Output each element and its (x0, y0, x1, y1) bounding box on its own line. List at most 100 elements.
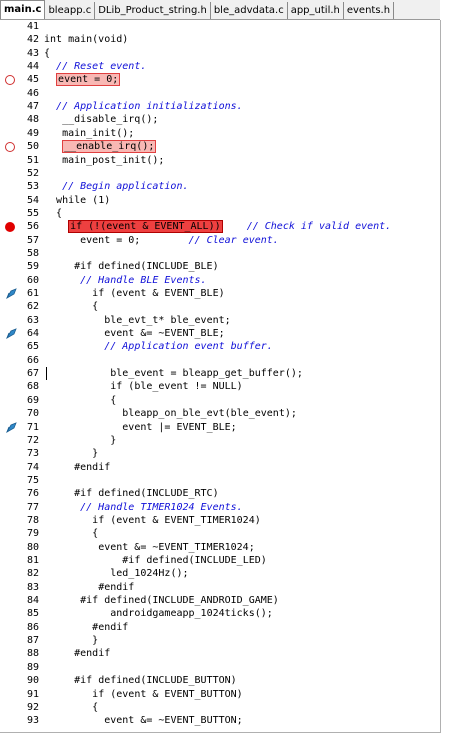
tab-dlib-product-string-h[interactable]: DLib_Product_string.h (95, 2, 211, 19)
code-line[interactable]: 49 main_init(); (0, 127, 440, 140)
code-line[interactable]: 83 #endif (0, 581, 440, 594)
code-line[interactable]: 92 { (0, 701, 440, 714)
tab-bleapp-c[interactable]: bleapp.c (45, 2, 96, 19)
code-line[interactable]: 67 ble_event = bleapp_get_buffer(); (0, 367, 440, 381)
code-line[interactable]: 73 } (0, 447, 440, 460)
code-line[interactable]: 54 while (1) (0, 194, 440, 207)
code-line[interactable]: 89 (0, 661, 440, 674)
code-text: while (1) (44, 194, 110, 207)
code-line[interactable]: 57 event = 0; // Clear event. (0, 234, 440, 247)
code-text: androidgameapp_1024ticks(); (44, 607, 273, 620)
code-statement: #endif (74, 461, 111, 473)
breakpoint-disabled-icon[interactable] (5, 75, 15, 86)
code-text: #if defined(INCLUDE_BUTTON) (44, 674, 237, 687)
line-number: 52 (26, 167, 39, 179)
code-text: if (event & EVENT_BLE) (44, 287, 224, 300)
code-text: } (44, 447, 98, 460)
code-statement: int main(void) (44, 34, 129, 46)
tab-ble-advdata-c[interactable]: ble_advdata.c (211, 2, 288, 19)
code-line[interactable]: 56 if (!(event & EVENT_ALL)) // Check if… (0, 220, 440, 234)
code-line[interactable]: 59 #if defined(INCLUDE_BLE) (0, 260, 440, 273)
code-line[interactable]: 52 (0, 167, 440, 180)
code-statement: #if defined(INCLUDE_RTC) (74, 488, 219, 500)
line-number: 71 (26, 421, 39, 433)
line-number: 62 (26, 301, 39, 313)
code-line[interactable]: 90 #if defined(INCLUDE_BUTTON) (0, 674, 440, 687)
code-text: #if defined(INCLUDE_LED) (44, 554, 267, 567)
bookmark-icon[interactable] (6, 421, 18, 433)
code-statement: { (56, 207, 63, 219)
line-number: 77 (26, 501, 39, 513)
code-line[interactable]: 80 event &= ~EVENT_TIMER1024; (0, 541, 440, 554)
line-number: 55 (26, 207, 39, 219)
code-line[interactable]: 63 ble_evt_t* ble_event; (0, 314, 440, 327)
code-line[interactable]: 78 if (event & EVENT_TIMER1024) (0, 514, 440, 527)
code-line[interactable]: 68 if (ble_event != NULL) (0, 380, 440, 393)
tab-main-c[interactable]: main.c (0, 0, 46, 19)
line-number: 60 (26, 274, 39, 286)
code-line[interactable]: 70 bleapp_on_ble_evt(ble_event); (0, 407, 440, 420)
code-text: main_init(); (44, 127, 134, 140)
code-line[interactable]: 91 if (event & EVENT_BUTTON) (0, 688, 440, 701)
code-line[interactable]: 72 } (0, 434, 440, 447)
line-number: 85 (26, 608, 39, 620)
code-line[interactable]: 53 // Begin application. (0, 180, 440, 193)
code-text: { (44, 47, 50, 60)
code-line[interactable]: 44 // Reset event. (0, 60, 440, 73)
code-statement: led_1024Hz(); (110, 568, 189, 580)
code-line[interactable]: 47 // Application initializations. (0, 100, 440, 113)
code-line[interactable]: 77 // Handle TIMER1024 Events. (0, 501, 440, 514)
code-line[interactable]: 58 (0, 247, 440, 260)
code-line[interactable]: 75 (0, 474, 440, 487)
code-line[interactable]: 93 event &= ~EVENT_BUTTON; (0, 714, 440, 727)
code-line[interactable]: 46 (0, 87, 440, 100)
line-number: 63 (26, 314, 39, 326)
line-number: 48 (26, 114, 39, 126)
code-statement: { (44, 47, 51, 59)
code-line[interactable]: 60 // Handle BLE Events. (0, 274, 440, 287)
code-line[interactable]: 69 { (0, 394, 440, 407)
code-line[interactable]: 55 { (0, 207, 440, 220)
code-line[interactable]: 74 #endif (0, 461, 440, 474)
code-line[interactable]: 84 #if defined(INCLUDE_ANDROID_GAME) (0, 594, 440, 607)
code-line[interactable]: 88 #endif (0, 647, 440, 660)
code-line[interactable]: 76 #if defined(INCLUDE_RTC) (0, 487, 440, 500)
code-line[interactable]: 45 event = 0; (0, 73, 440, 87)
code-line[interactable]: 82 led_1024Hz(); (0, 567, 440, 580)
tab-events-h[interactable]: events.h (344, 2, 395, 19)
line-number: 54 (26, 194, 39, 206)
code-text: } (44, 434, 116, 447)
code-statement: #if defined(INCLUDE_BLE) (74, 261, 219, 273)
code-line[interactable]: 86 #endif (0, 621, 440, 634)
code-line[interactable]: 51 main_post_init(); (0, 154, 440, 167)
code-editor[interactable]: 41 42 int main(void) 43{44 // Reset event. 4… (0, 20, 441, 733)
tab-app-util-h[interactable]: app_util.h (288, 2, 344, 19)
code-line[interactable]: 62 { (0, 300, 440, 313)
bookmark-icon[interactable] (6, 328, 18, 340)
code-statement: #if defined(INCLUDE_BUTTON) (74, 675, 237, 687)
line-number: 41 (26, 21, 39, 32)
code-line[interactable]: 48 __disable_irq(); (0, 113, 440, 126)
code-text: main_post_init(); (44, 154, 164, 167)
code-line[interactable]: 50 __enable_irq(); (0, 140, 440, 154)
line-number: 45 (26, 74, 39, 86)
code-text: { (44, 300, 98, 313)
breakpoint-disabled-icon[interactable] (5, 142, 15, 153)
line-number: 53 (26, 181, 39, 193)
code-line[interactable]: 42 int main(void) (0, 33, 440, 46)
bookmark-icon[interactable] (6, 288, 18, 299)
code-line[interactable]: 81 #if defined(INCLUDE_LED) (0, 554, 440, 567)
code-line[interactable]: 87 } (0, 634, 440, 647)
code-text: // Begin application. (44, 180, 188, 193)
code-line[interactable]: 64 event &= ~EVENT_BLE; (0, 327, 440, 340)
code-comment: // Application initializations. (56, 101, 243, 113)
breakpoint-active-icon[interactable] (5, 221, 15, 232)
code-line[interactable]: 43 { (0, 47, 440, 60)
code-line[interactable]: 71 event |= EVENT_BLE; (0, 421, 440, 434)
code-line[interactable]: 41 (0, 20, 440, 33)
code-line[interactable]: 61 if (event & EVENT_BLE) (0, 287, 440, 300)
code-line[interactable]: 65 // Application event buffer. (0, 340, 440, 353)
code-line[interactable]: 79 { (0, 527, 440, 540)
code-line[interactable]: 85 androidgameapp_1024ticks(); (0, 607, 440, 620)
code-line[interactable]: 66 (0, 354, 440, 367)
